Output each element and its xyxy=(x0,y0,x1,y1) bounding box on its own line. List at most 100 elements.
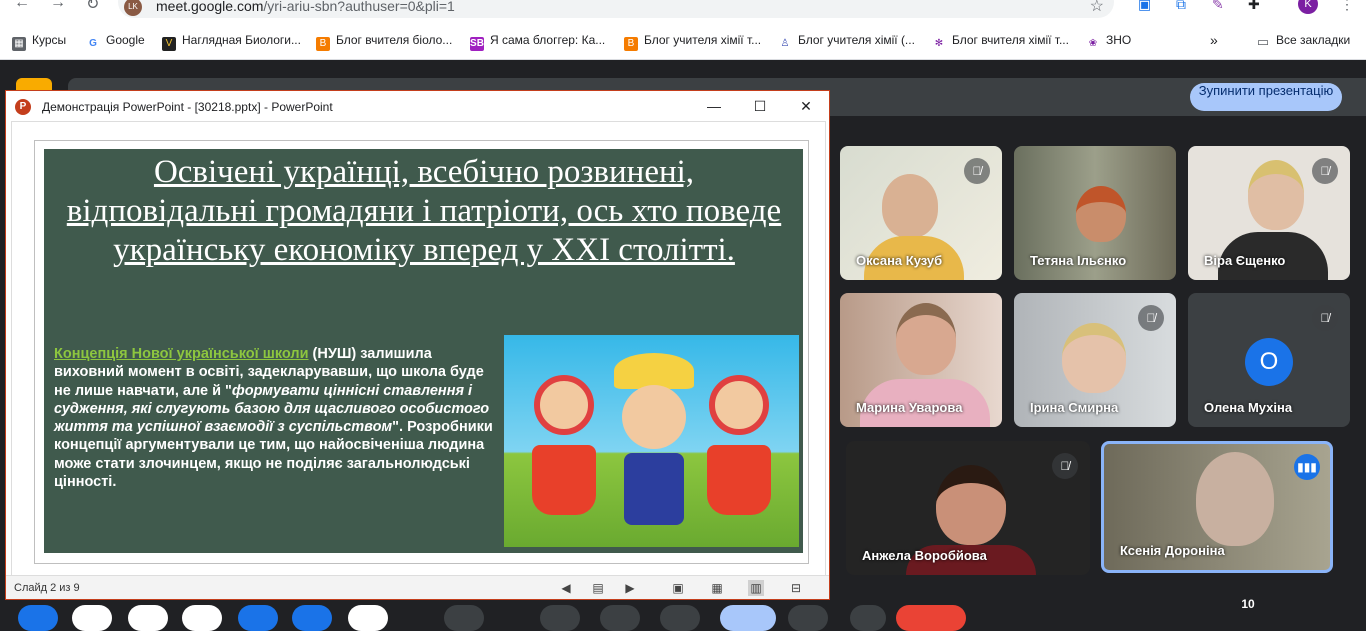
mic-off-icon: 🎙̸ xyxy=(1312,158,1338,184)
video-face xyxy=(1248,160,1304,230)
bookmarks-bar: ▦ Курсы G Google V Наглядная Биологи... B Бл… xyxy=(0,20,1366,60)
url-text: meet.google.com/yri-ariu-sbn?authuser=0&… xyxy=(156,0,455,14)
slide-menu-icon[interactable]: ▤ xyxy=(590,580,606,596)
participant-tile[interactable]: 🎙̸ Ірина Смирна xyxy=(1014,293,1176,427)
close-icon[interactable]: ✕ xyxy=(786,95,826,117)
all-bookmarks-button[interactable]: ▭ Все закладки xyxy=(1256,32,1350,49)
menu-dots-icon[interactable]: ⋮ xyxy=(1340,0,1354,13)
participant-tile[interactable]: 🎙̸ Віра Єщенко xyxy=(1188,146,1350,280)
child-left-figure xyxy=(534,375,594,435)
participant-name: Ксенія Дороніна xyxy=(1120,543,1225,558)
outfit-center-figure xyxy=(624,453,684,525)
video-face xyxy=(1196,452,1274,546)
zno-icon: ❀ xyxy=(1088,38,1098,49)
window-caption: Демонстрація PowerPoint - [30218.pptx] -… xyxy=(42,100,333,114)
video-face xyxy=(1076,186,1126,242)
control-button[interactable] xyxy=(238,605,278,631)
control-button[interactable] xyxy=(292,605,332,631)
child-center-figure xyxy=(622,385,686,449)
book-icon: V xyxy=(162,37,176,51)
slide-body: Концепція Нової української школи (НУШ) … xyxy=(54,346,493,491)
participant-name: Марина Уварова xyxy=(856,400,963,415)
video-face xyxy=(882,174,938,238)
mic-button[interactable] xyxy=(444,605,484,631)
powerpoint-window: P Демонстрація PowerPoint - [30218.pptx]… xyxy=(5,90,830,600)
normal-view-icon[interactable]: ▣ xyxy=(670,580,686,596)
reading-view-icon[interactable]: ▥ xyxy=(748,580,764,596)
site-info-icon[interactable]: LK xyxy=(124,0,142,16)
reload-icon[interactable]: ↻ xyxy=(86,0,99,14)
slide-sorter-icon[interactable]: ▦ xyxy=(709,580,725,596)
blogger-icon: B xyxy=(316,37,330,51)
concept-link[interactable]: Концепція Нової української школи xyxy=(54,346,309,362)
stop-presenting-button[interactable]: Зупинити презентацію xyxy=(1190,83,1342,111)
children-illustration xyxy=(504,335,799,547)
more-bookmarks-chevron-icon[interactable]: » xyxy=(1210,32,1218,48)
participant-tile[interactable]: Тетяна Ільєнко xyxy=(1014,146,1176,280)
google-icon: G xyxy=(89,38,97,49)
raise-hand-button[interactable] xyxy=(660,605,700,631)
slideshow-icon[interactable]: ⊟ xyxy=(788,580,804,596)
participant-name: Анжела Воробйова xyxy=(862,548,987,563)
control-button[interactable] xyxy=(18,605,58,631)
translate-icon[interactable]: ⧉ xyxy=(1176,0,1186,13)
slide-viewport: Освічені українці, всебічно розвинені, в… xyxy=(11,121,826,576)
participant-name: Віра Єщенко xyxy=(1204,253,1286,268)
previous-slide-icon[interactable]: ◀ xyxy=(558,580,574,596)
person-icon: ♙ xyxy=(780,38,790,49)
child-right-figure xyxy=(709,375,769,435)
back-arrow-icon[interactable]: ← xyxy=(14,0,30,12)
blogger-icon: B xyxy=(624,37,638,51)
powerpoint-titlebar: P Демонстрація PowerPoint - [30218.pptx]… xyxy=(6,91,829,121)
minimize-icon[interactable]: — xyxy=(694,95,734,117)
bookmark-item-chem-blog[interactable]: B Блог учителя хімії т... xyxy=(624,32,761,51)
address-bar[interactable]: LK meet.google.com/yri-ariu-sbn?authuser… xyxy=(118,0,1114,18)
sb-icon: SB xyxy=(470,37,484,51)
bookmark-item-chem-blog-2[interactable]: ♙ Блог учителя хімії (... xyxy=(778,32,915,49)
bookmark-item-google[interactable]: G Google xyxy=(86,32,145,49)
participant-tile[interactable]: О 🎙̸ Олена Мухіна xyxy=(1188,293,1350,427)
speaking-indicator-icon: ▮▮▮ xyxy=(1294,454,1320,480)
control-button[interactable] xyxy=(182,605,222,631)
bookmark-item-chem-blog-3[interactable]: ✻ Блог вчителя хімії т... xyxy=(932,32,1069,49)
dress-left-figure xyxy=(532,445,596,515)
control-button[interactable] xyxy=(348,605,388,631)
dress-right-figure xyxy=(707,445,771,515)
next-slide-icon[interactable]: ▶ xyxy=(622,580,638,596)
mic-off-icon: 🎙̸ xyxy=(1052,453,1078,479)
bookmark-star-icon[interactable]: ☆ xyxy=(1090,0,1104,16)
present-button[interactable] xyxy=(720,605,776,631)
participant-tile[interactable]: 🎙̸ Анжела Воробйова xyxy=(846,441,1090,575)
folder-icon: ▭ xyxy=(1256,34,1270,49)
participant-name: Тетяна Ільєнко xyxy=(1030,253,1127,268)
browser-toolbar: ← → ↻ LK meet.google.com/yri-ariu-sbn?au… xyxy=(0,0,1366,20)
participant-tile[interactable]: Марина Уварова xyxy=(840,293,1002,427)
participant-name: Оксана Кузуб xyxy=(856,253,943,268)
bookmark-item-courses[interactable]: ▦ Курсы xyxy=(12,32,66,51)
participant-avatar: О xyxy=(1245,338,1293,386)
more-button[interactable] xyxy=(850,605,886,631)
forward-arrow-icon[interactable]: → xyxy=(50,0,66,12)
powerpoint-logo-icon: P xyxy=(15,99,31,115)
captions-button[interactable] xyxy=(600,605,640,631)
pen-icon[interactable]: ✎ xyxy=(1212,0,1224,13)
extension-icon[interactable]: ▣ xyxy=(1138,0,1151,13)
maximize-icon[interactable]: ☐ xyxy=(740,95,780,117)
bookmark-item-zno[interactable]: ❀ ЗНО xyxy=(1086,32,1131,49)
more-options-button[interactable] xyxy=(788,605,828,631)
bookmark-item-bio-blog[interactable]: B Блог вчителя біоло... xyxy=(316,32,452,51)
leave-call-button[interactable] xyxy=(896,605,966,631)
profile-avatar[interactable]: K xyxy=(1298,0,1318,14)
bookmark-item-biology[interactable]: V Наглядная Биологи... xyxy=(162,32,301,51)
molecule-icon: ✻ xyxy=(934,38,944,49)
camera-button[interactable] xyxy=(540,605,580,631)
bookmark-item-blogger[interactable]: SB Я сама блоггер: Ка... xyxy=(470,32,605,51)
control-button[interactable] xyxy=(128,605,168,631)
participant-tile[interactable]: 🎙̸ Оксана Кузуб xyxy=(840,146,1002,280)
participant-tile-active[interactable]: ▮▮▮ Ксенія Дороніна xyxy=(1101,441,1333,573)
mic-off-icon: 🎙̸ xyxy=(964,158,990,184)
puzzle-icon[interactable]: ✚ xyxy=(1248,0,1260,13)
apps-icon: ▦ xyxy=(12,37,26,51)
people-count-badge: 10 xyxy=(1241,597,1255,611)
control-button[interactable] xyxy=(72,605,112,631)
